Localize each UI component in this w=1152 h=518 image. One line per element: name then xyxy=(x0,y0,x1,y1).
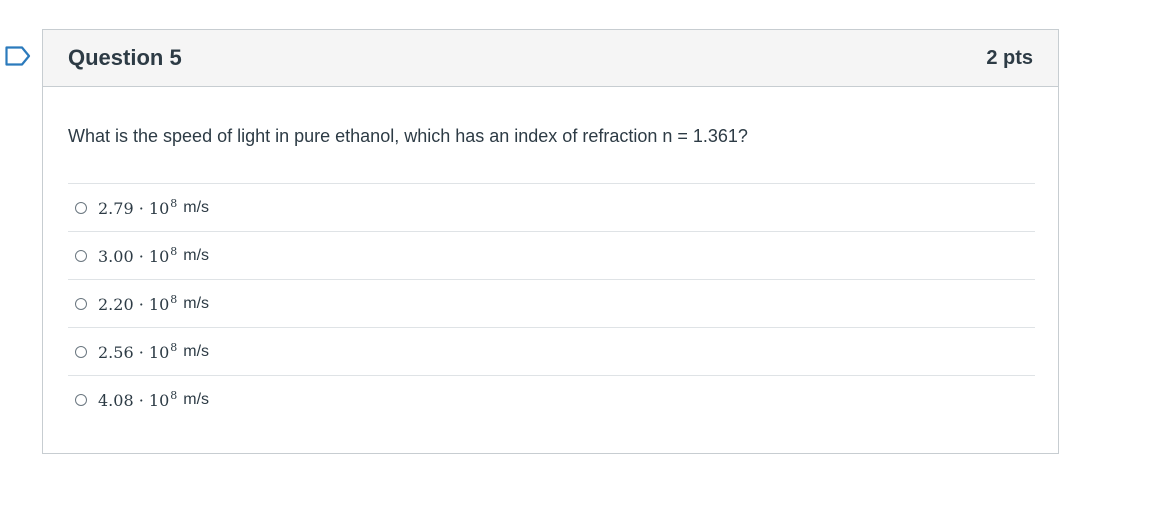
radio-button[interactable] xyxy=(75,249,87,262)
question-card: Question 5 2 pts What is the speed of li… xyxy=(42,29,1059,454)
answer-unit: m/s xyxy=(183,246,210,264)
answer-list: 2.79 · 108 m/s 3.00 · 108 m/s 2.20 · 108… xyxy=(68,183,1035,423)
answer-value: 3.00 · 108 xyxy=(98,245,178,266)
answer-unit: m/s xyxy=(183,198,210,216)
radio-button[interactable] xyxy=(75,201,87,214)
answer-option-5[interactable]: 4.08 · 108 m/s xyxy=(68,375,1035,423)
answer-unit: m/s xyxy=(183,342,210,360)
answer-option-4[interactable]: 2.56 · 108 m/s xyxy=(68,327,1035,375)
radio-button[interactable] xyxy=(75,345,87,358)
answer-value: 2.56 · 108 xyxy=(98,341,178,362)
flag-question-icon[interactable] xyxy=(5,46,31,66)
radio-button[interactable] xyxy=(75,393,87,406)
answer-unit: m/s xyxy=(183,390,210,408)
question-header: Question 5 2 pts xyxy=(43,30,1058,87)
answer-value: 2.20 · 108 xyxy=(98,293,178,314)
answer-option-1[interactable]: 2.79 · 108 m/s xyxy=(68,183,1035,231)
answer-value: 2.79 · 108 xyxy=(98,197,178,218)
radio-button[interactable] xyxy=(75,297,87,310)
answer-value: 4.08 · 108 xyxy=(98,389,178,410)
answer-option-3[interactable]: 2.20 · 108 m/s xyxy=(68,279,1035,327)
question-title: Question 5 xyxy=(68,45,182,70)
answer-unit: m/s xyxy=(183,294,210,312)
question-points: 2 pts xyxy=(986,46,1033,69)
question-text: What is the speed of light in pure ethan… xyxy=(68,126,748,146)
answer-option-2[interactable]: 3.00 · 108 m/s xyxy=(68,231,1035,279)
